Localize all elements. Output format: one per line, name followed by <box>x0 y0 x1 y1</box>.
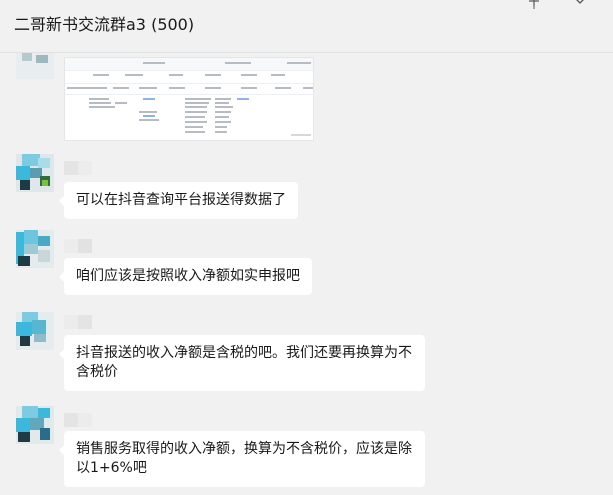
table-cell <box>185 121 207 123</box>
sender-name <box>64 239 92 253</box>
sender-avatar[interactable] <box>16 154 54 192</box>
table-cell <box>143 62 165 64</box>
chat-title[interactable]: 二哥新书交流群a3 (500) <box>14 15 194 35</box>
message-list[interactable]: 可以在抖音查询平台报送得数据了 咱们应该是按照收入净额如实申报吧 抖音报送的收入… <box>0 53 613 495</box>
table-cell <box>215 98 231 100</box>
chat-header: 二哥新书交流群a3 (500) <box>0 0 613 53</box>
table-cell <box>89 102 111 104</box>
table-cell <box>215 111 231 113</box>
table-cell <box>139 111 157 113</box>
table-cell <box>185 102 209 104</box>
table-cell <box>185 116 205 118</box>
table-cell <box>139 87 157 89</box>
table-cell <box>225 62 251 64</box>
table-cell <box>89 106 115 108</box>
table-row-line <box>65 70 313 71</box>
table-cell <box>215 106 233 108</box>
sender-avatar[interactable] <box>16 406 54 444</box>
sender-avatar[interactable] <box>16 53 54 79</box>
table-cell <box>241 74 257 76</box>
sender-name <box>64 413 92 427</box>
table-cell <box>215 102 229 104</box>
pin-icon[interactable] <box>527 0 541 9</box>
table-cell <box>241 87 257 89</box>
table-cell <box>113 87 129 89</box>
table-cell <box>93 74 109 76</box>
table-cell <box>291 134 311 136</box>
table-row-line <box>65 94 313 95</box>
table-cell <box>143 98 155 100</box>
table-cell <box>185 106 207 108</box>
message-bubble[interactable]: 咱们应该是按照收入净额如实申报吧 <box>59 258 312 295</box>
table-cell <box>169 74 183 76</box>
table-cell <box>185 126 203 128</box>
table-cell <box>215 126 227 128</box>
table-cell <box>185 111 207 113</box>
chevron-down-icon[interactable] <box>574 0 586 5</box>
table-row-line <box>65 83 313 84</box>
table-cell <box>115 102 127 104</box>
table-header-band <box>65 58 313 70</box>
image-message[interactable] <box>64 57 314 141</box>
table-cell <box>185 131 205 133</box>
message-bubble[interactable]: 抖音报送的收入净额是含税的吧。我们还要再换算为不含税价 <box>59 335 425 391</box>
table-cell <box>275 87 291 89</box>
table-cell <box>67 87 107 89</box>
table-cell <box>215 116 229 118</box>
message-bubble[interactable]: 销售服务取得的收入净额，换算为不含税价，应该是除以1+6%吧 <box>59 431 425 487</box>
table-cell <box>205 87 221 89</box>
table-cell <box>287 62 311 64</box>
table-cell <box>169 87 185 89</box>
table-cell <box>271 74 285 76</box>
sender-name <box>64 315 92 329</box>
table-cell <box>215 131 227 133</box>
table-cell <box>303 87 313 89</box>
sender-avatar[interactable] <box>16 230 54 268</box>
table-cell <box>139 119 159 121</box>
sender-avatar[interactable] <box>16 312 54 350</box>
sender-name <box>64 161 92 175</box>
table-cell <box>89 98 109 100</box>
table-cell <box>143 115 155 117</box>
table-cell <box>215 121 231 123</box>
table-cell <box>237 98 249 100</box>
table-cell <box>125 74 143 76</box>
table-cell <box>185 98 211 100</box>
table-cell <box>205 74 221 76</box>
message-bubble[interactable]: 可以在抖音查询平台报送得数据了 <box>59 182 298 219</box>
